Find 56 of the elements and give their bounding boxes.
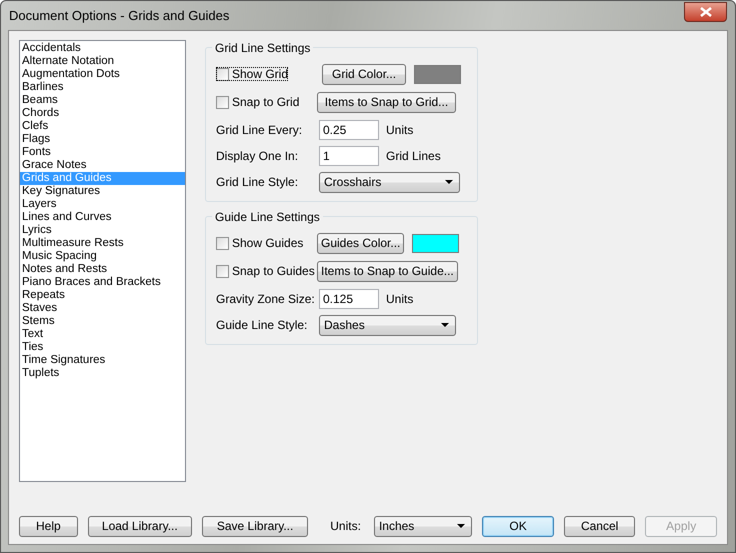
- category-item[interactable]: Augmentation Dots: [20, 68, 185, 81]
- input-field[interactable]: 0.25: [319, 120, 379, 140]
- category-item[interactable]: Fonts: [20, 146, 185, 159]
- category-item[interactable]: Lyrics: [20, 224, 185, 237]
- field-label: Gravity Zone Size:: [216, 292, 316, 306]
- category-item[interactable]: Lines and Curves: [20, 211, 185, 224]
- units-dropdown[interactable]: Inches: [374, 516, 472, 536]
- dialog-button[interactable]: OK: [482, 516, 554, 536]
- group-title: Grid Line Settings: [212, 41, 314, 55]
- category-item[interactable]: Grace Notes: [20, 159, 185, 172]
- category-item[interactable]: Alternate Notation: [20, 55, 185, 68]
- footer-button[interactable]: Save Library...: [202, 516, 308, 536]
- category-item[interactable]: Flags: [20, 133, 185, 146]
- unit-label: Units: [386, 123, 414, 137]
- category-item[interactable]: Barlines: [20, 81, 185, 94]
- category-item[interactable]: Multimeasure Rests: [20, 237, 185, 250]
- input-field[interactable]: 0.125: [319, 289, 379, 309]
- group-title: Guide Line Settings: [212, 210, 323, 224]
- footer-button[interactable]: Help: [19, 516, 78, 536]
- unit-label: Grid Lines: [386, 149, 441, 163]
- units-label: Units:: [330, 519, 361, 533]
- footer-button[interactable]: Load Library...: [88, 516, 192, 536]
- category-item[interactable]: Text: [20, 328, 185, 341]
- snap-checkbox[interactable]: Snap to Guides: [216, 264, 317, 278]
- show-checkbox[interactable]: Show Guides: [216, 236, 317, 250]
- category-item[interactable]: Accidentals: [20, 42, 185, 55]
- input-field[interactable]: 1: [319, 146, 379, 166]
- category-item[interactable]: Music Spacing: [20, 250, 185, 263]
- color-button[interactable]: Grid Color...: [322, 64, 406, 84]
- category-item[interactable]: Stems: [20, 315, 185, 328]
- field-label: Guide Line Style:: [216, 318, 308, 332]
- category-item[interactable]: Clefs: [20, 120, 185, 133]
- field-label: Display One In:: [216, 149, 300, 163]
- field-label: Grid Line Style:: [216, 175, 300, 189]
- style-dropdown[interactable]: Crosshairs: [319, 172, 460, 192]
- dialog-button[interactable]: Cancel: [564, 516, 636, 536]
- snap-checkbox[interactable]: Snap to Grid: [216, 95, 317, 109]
- show-checkbox[interactable]: Show Grid: [216, 67, 288, 81]
- category-item[interactable]: Layers: [20, 198, 185, 211]
- category-item[interactable]: Time Signatures: [20, 354, 185, 367]
- color-button[interactable]: Guides Color...: [317, 232, 404, 254]
- snap-items-button[interactable]: Items to Snap to Grid...: [317, 92, 456, 112]
- category-item[interactable]: Repeats: [20, 289, 185, 302]
- category-item[interactable]: Ties: [20, 341, 185, 354]
- category-item[interactable]: Notes and Rests: [20, 263, 185, 276]
- category-item[interactable]: Key Signatures: [20, 185, 185, 198]
- category-item[interactable]: Piano Braces and Brackets: [20, 276, 185, 289]
- category-item[interactable]: Staves: [20, 302, 185, 315]
- snap-items-button[interactable]: Items to Snap to Guide...: [317, 260, 458, 282]
- category-item[interactable]: Tuplets: [20, 367, 185, 380]
- unit-label: Units: [386, 292, 414, 306]
- category-item[interactable]: Chords: [20, 107, 185, 120]
- field-label: Grid Line Every:: [216, 123, 304, 137]
- window-title: Document Options - Grids and Guides: [9, 8, 230, 23]
- category-item[interactable]: Beams: [20, 94, 185, 107]
- style-dropdown[interactable]: Dashes: [319, 314, 456, 336]
